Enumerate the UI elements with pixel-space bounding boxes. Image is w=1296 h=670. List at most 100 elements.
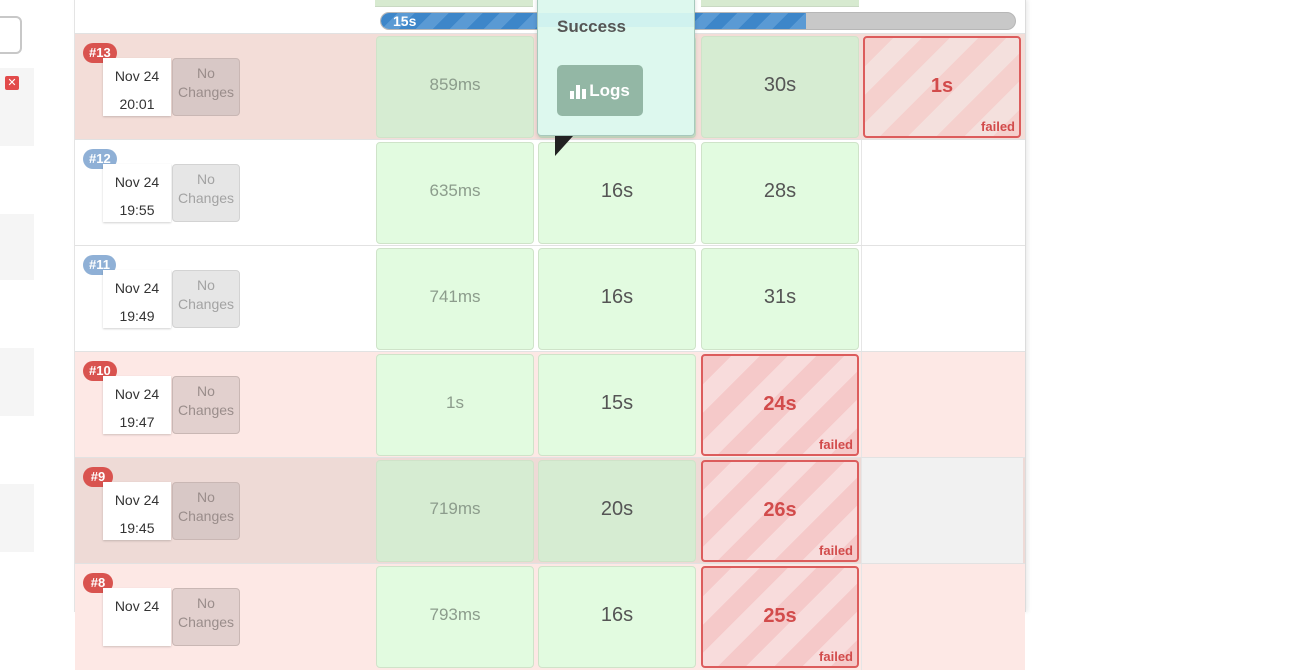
build-date-day: Nov 24 [114,492,160,508]
failed-label: failed [819,649,853,664]
stage-cell[interactable]: 31s [701,248,859,350]
changes-text: Changes [177,402,235,418]
stage-duration: 16s [600,180,634,202]
build-date: Nov 24 19:49 [103,270,171,328]
changes-text: Changes [177,614,235,630]
stage-duration: 25s [763,605,797,627]
stage-duration: 16s [600,604,634,626]
close-icon[interactable]: ✕ [5,76,19,90]
bar-chart-icon [570,83,587,99]
build-date-time: 19:55 [119,202,155,218]
stage-cell[interactable]: 15s [538,354,696,456]
stage-duration: 20s [600,498,634,520]
stage-cell[interactable]: 20s [538,460,696,562]
changes-text: No [197,595,215,611]
stage-cell[interactable]: 16s [538,142,696,244]
stage-cell[interactable]: 26s failed [701,460,859,562]
stage-cell[interactable]: 859ms [376,36,534,138]
stage-duration: 16s [600,286,634,308]
stage-cell[interactable]: 25s failed [701,566,859,668]
logs-button-label: Logs [589,80,630,100]
changes-box[interactable]: No Changes [172,588,240,646]
build-date: Nov 24 20:01 [103,58,171,116]
stage-duration: 26s [763,499,797,521]
stage-duration: 1s [446,393,464,412]
stage-popover: Success Logs [537,0,695,136]
build-row: #11 Nov 24 19:49 No Changes 741ms 16s 31s [75,245,1025,352]
empty-stage-cell [861,458,1023,564]
changes-box[interactable]: No Changes [172,482,240,540]
changes-text: No [197,383,215,399]
build-date-time: 19:49 [119,308,155,324]
changes-text: No [197,277,215,293]
changes-text: Changes [177,84,235,100]
popover-pointer [555,136,573,156]
build-date-day: Nov 24 [114,68,160,84]
build-row: #8 Nov 24 No Changes 793ms 16s 25s failed [75,563,1025,670]
changes-text: No [197,65,215,81]
build-date-time: 19:47 [119,414,155,430]
stage-duration: 859ms [429,75,481,94]
changes-box[interactable]: No Changes [172,376,240,434]
build-row: #9 Nov 24 19:45 No Changes 719ms 20s 26s failed [75,457,1025,564]
left-gutter: ✕ [0,0,34,612]
stage-cell[interactable]: 1s [376,354,534,456]
stage-cell[interactable]: 719ms [376,460,534,562]
build-date: Nov 24 19:47 [103,376,171,434]
build-date-time: 20:01 [119,96,155,112]
stage-duration: 719ms [429,499,481,518]
stage-cell[interactable]: 16s [538,566,696,668]
stage-duration: 31s [763,286,797,308]
failed-label: failed [819,543,853,558]
stage-cell[interactable]: 24s failed [701,354,859,456]
build-date: Nov 24 19:45 [103,482,171,540]
empty-stage-cell [861,140,1023,246]
filter-input[interactable] [0,16,22,54]
stage-cell[interactable]: 28s [701,142,859,244]
build-date-day: Nov 24 [114,174,160,190]
stage-duration: 793ms [429,605,481,624]
stage-duration: 741ms [429,287,481,306]
stage-duration: 28s [763,180,797,202]
failed-label: failed [819,437,853,452]
stage-duration: 635ms [429,181,481,200]
build-row: #12 Nov 24 19:55 No Changes 635ms 16s 28s [75,139,1025,246]
stage-duration: 24s [763,393,797,415]
changes-text: Changes [177,190,235,206]
stage-duration: 30s [763,74,797,96]
build-date-time: 19:45 [119,520,155,536]
stage-cell[interactable]: 741ms [376,248,534,350]
build-date: Nov 24 19:55 [103,164,171,222]
empty-stage-cell [861,564,1023,670]
stage-cell[interactable]: 1s failed [863,36,1021,138]
gutter-band [0,214,34,280]
stage-cell[interactable]: 30s [701,36,859,138]
empty-stage-cell [861,352,1023,458]
stage-cell[interactable]: 793ms [376,566,534,668]
empty-stage-cell [861,246,1023,352]
changes-text: Changes [177,296,235,312]
prev-cell-fragment [701,0,859,7]
build-date-day: Nov 24 [114,386,160,402]
prev-cell-fragment [375,0,533,7]
stage-cell[interactable]: 635ms [376,142,534,244]
changes-box[interactable]: No Changes [172,164,240,222]
stage-cell[interactable]: 16s [538,248,696,350]
average-progress-bar: 15s [380,12,1016,30]
popover-status: Success [557,17,626,36]
changes-box[interactable]: No Changes [172,270,240,328]
stage-duration: 1s [930,75,954,97]
build-date-day: Nov 24 [114,280,160,296]
gutter-band [0,348,34,416]
build-row: #10 Nov 24 19:47 No Changes 1s 15s 24s failed [75,351,1025,458]
gutter-band [0,484,34,552]
build-date: Nov 24 [103,588,171,646]
changes-text: No [197,489,215,505]
changes-box[interactable]: No Changes [172,58,240,116]
changes-text: Changes [177,508,235,524]
failed-label: failed [981,119,1015,134]
average-duration-label: 15s [393,13,417,29]
stage-duration: 15s [600,392,634,414]
logs-button[interactable]: Logs [557,65,643,116]
changes-text: No [197,171,215,187]
